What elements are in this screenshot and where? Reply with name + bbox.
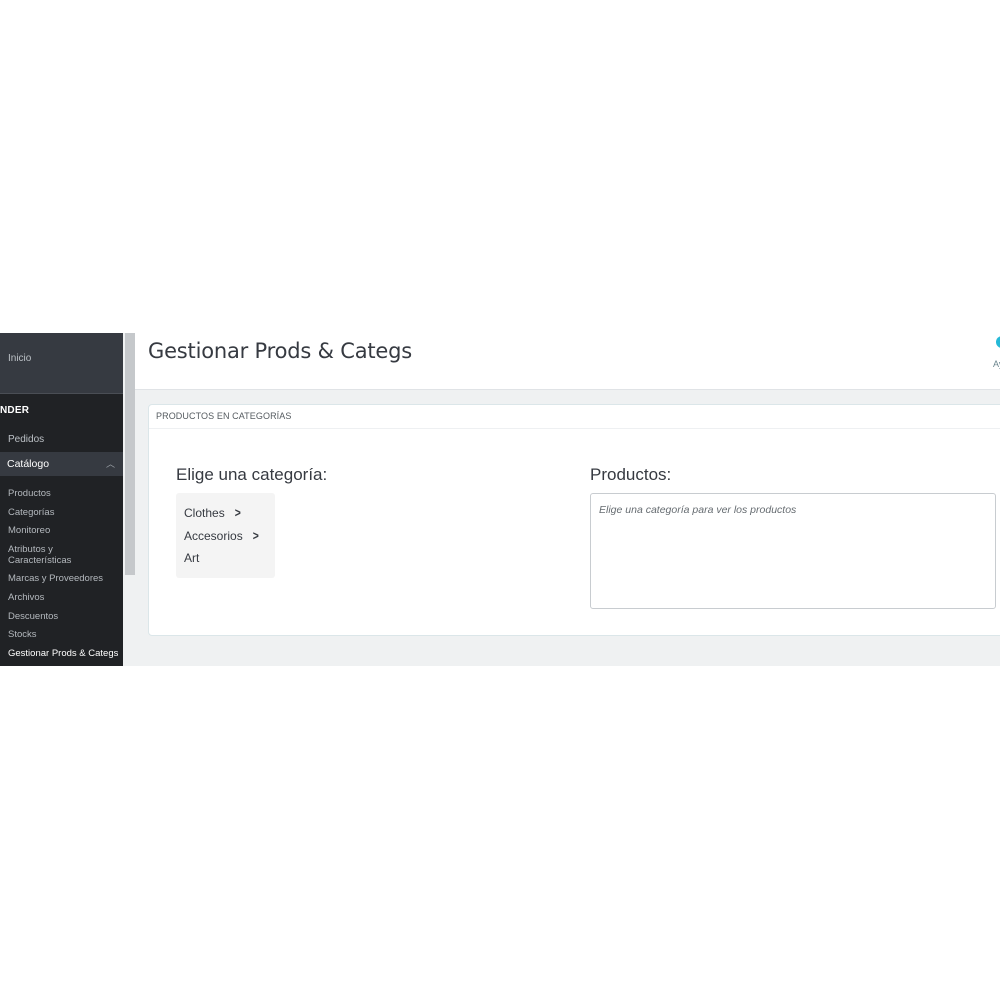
sidebar: Inicio NDER Pedidos Catálogo ︿ Productos…: [0, 333, 123, 666]
category-label: Accesorios: [184, 529, 243, 543]
chevron-up-icon: ︿: [106, 459, 116, 469]
products-placeholder: Elige una categoría para ver los product…: [599, 504, 797, 516]
admin-screenshot: Inicio NDER Pedidos Catálogo ︿ Productos…: [0, 333, 1000, 666]
sidebar-item-orders[interactable]: Pedidos: [8, 434, 44, 445]
category-label: Art: [184, 551, 200, 565]
chevron-right-icon: >: [252, 528, 259, 543]
sidebar-subitem-features[interactable]: Características: [8, 555, 71, 566]
sidebar-section-title: NDER: [0, 405, 30, 416]
chevron-right-icon: >: [234, 505, 241, 520]
sidebar-subitem-discounts[interactable]: Descuentos: [8, 611, 58, 622]
page-header: Gestionar Prods & Categs Ay: [135, 333, 1000, 390]
category-item-art[interactable]: Art: [184, 551, 199, 565]
category-item-clothes[interactable]: Clothes >: [184, 505, 241, 520]
sidebar-subitem-products[interactable]: Productos: [8, 488, 51, 499]
sidebar-subitem-attributes[interactable]: Atributos y: [8, 544, 53, 555]
category-list: Clothes > Accesorios > Art: [176, 493, 275, 578]
panel-title: PRODUCTOS EN CATEGORÍAS: [156, 411, 292, 421]
category-item-accesorios[interactable]: Accesorios >: [184, 528, 259, 543]
sidebar-subitem-stocks[interactable]: Stocks: [8, 629, 37, 640]
sidebar-scrollbar-thumb[interactable]: [125, 333, 135, 575]
sidebar-top: Inicio: [0, 333, 123, 394]
sidebar-item-catalog-label: Catálogo: [7, 458, 50, 470]
sidebar-subitem-categories[interactable]: Categorías: [8, 507, 54, 518]
products-in-categories-panel: PRODUCTOS EN CATEGORÍAS Elige una catego…: [148, 404, 1000, 636]
sidebar-item-catalog[interactable]: Catálogo ︿: [0, 452, 123, 476]
sidebar-item-home[interactable]: Inicio: [8, 353, 31, 364]
sidebar-subitem-manage-prods-categs[interactable]: Gestionar Prods & Categs: [8, 648, 118, 659]
panel-header: PRODUCTOS EN CATEGORÍAS: [149, 405, 1000, 429]
sidebar-subitem-brands[interactable]: Marcas y Proveedores: [8, 573, 103, 584]
sidebar-subitem-files[interactable]: Archivos: [8, 592, 44, 603]
products-heading: Productos:: [590, 465, 672, 484]
categories-heading: Elige una categoría:: [176, 465, 328, 484]
page-title: Gestionar Prods & Categs: [148, 339, 413, 363]
help-label[interactable]: Ay: [993, 359, 1000, 369]
help-icon[interactable]: [996, 336, 1000, 348]
products-list-box[interactable]: Elige una categoría para ver los product…: [590, 493, 996, 609]
category-label: Clothes: [184, 506, 225, 520]
sidebar-subitem-monitoring[interactable]: Monitoreo: [8, 525, 50, 536]
